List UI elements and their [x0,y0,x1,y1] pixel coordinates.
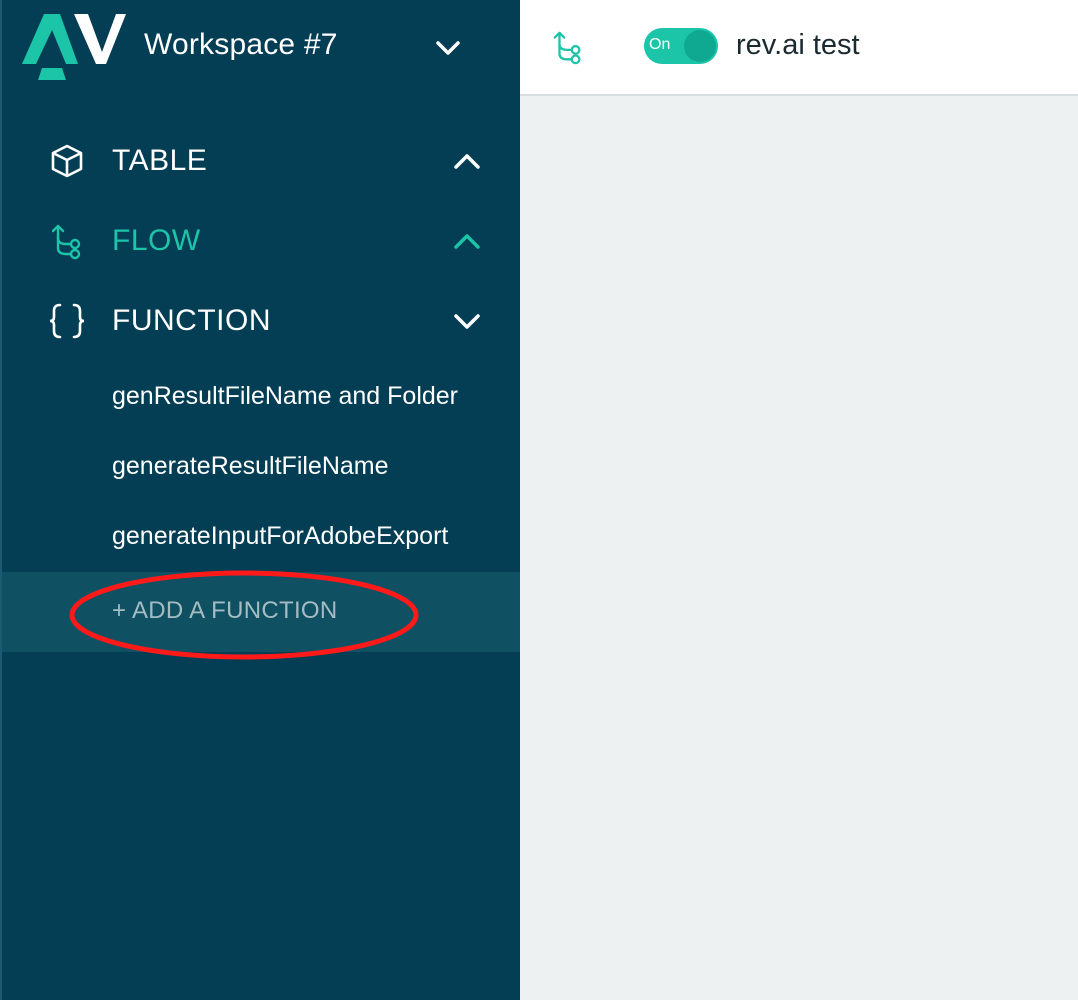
flow-icon [51,224,81,260]
workspace-header[interactable]: Workspace #7 [2,0,522,96]
chevron-up-icon[interactable] [452,228,482,254]
main-canvas [520,96,1078,1000]
sidebar: Workspace #7 TABLE FLOW FUNCTION genResu… [0,0,520,1000]
add-function-label: + ADD A FUNCTION [112,597,338,624]
function-item-genresultfilename-and-folder[interactable]: genResultFileName and Folder [112,382,458,411]
nav-item-label: FLOW [112,224,201,257]
nav-item-label: TABLE [112,144,208,177]
cube-icon [51,144,83,178]
nav-item-function[interactable]: FUNCTION [2,290,520,350]
flow-title[interactable]: rev.ai test [736,29,860,62]
flow-icon[interactable] [550,28,586,66]
flow-enabled-toggle[interactable]: On [644,28,718,64]
chevron-down-icon[interactable] [452,308,482,334]
topbar: On rev.ai test [520,0,1078,96]
toggle-knob [684,30,716,62]
workspace-name: Workspace #7 [144,28,338,61]
chevron-up-icon[interactable] [452,148,482,174]
nav-item-table[interactable]: TABLE [2,130,520,190]
braces-icon [49,303,85,339]
function-item-generateinputforadobeexport[interactable]: generateInputForAdobeExport [112,522,448,551]
chevron-down-icon[interactable] [434,36,462,60]
av-logo [22,14,126,80]
toggle-label: On [649,36,671,53]
app-window: Workspace #7 TABLE FLOW FUNCTION genResu… [0,0,1078,1000]
add-function-button[interactable]: + ADD A FUNCTION [2,572,520,652]
nav-item-flow[interactable]: FLOW [2,210,520,270]
function-item-generateresultfilename[interactable]: generateResultFileName [112,452,389,481]
nav-item-label: FUNCTION [112,304,271,337]
